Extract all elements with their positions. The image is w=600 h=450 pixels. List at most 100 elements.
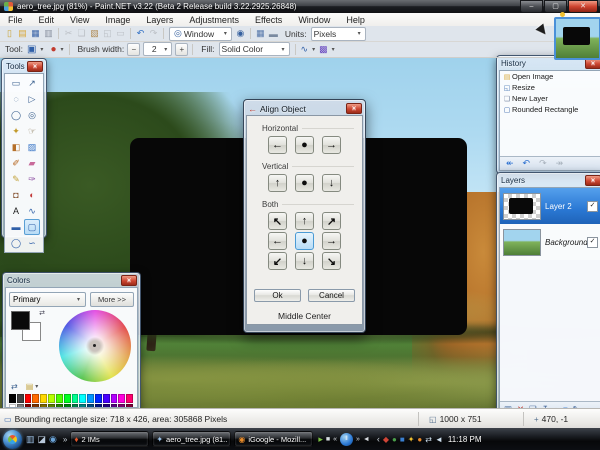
close-button[interactable]: ✕ (568, 0, 598, 13)
align-bottom-center-button[interactable]: ↓ (295, 252, 314, 270)
color-swatch[interactable] (118, 394, 125, 403)
dialog-titlebar[interactable]: ← Align Object ✕ (246, 102, 363, 115)
color-swatch[interactable] (87, 394, 94, 403)
menu-item[interactable]: Adjustments (181, 15, 247, 25)
undo-icon[interactable]: ↶ (523, 158, 531, 169)
align-top-right-button[interactable]: ↗ (322, 212, 341, 230)
menu-item[interactable]: Edit (31, 15, 63, 25)
close-icon[interactable]: ✕ (585, 175, 600, 186)
paintbrush-tool[interactable]: ✐ (8, 155, 24, 171)
color-swatch[interactable] (48, 394, 55, 403)
tray-collapse-chevron[interactable]: ‹ (377, 434, 380, 444)
start-button[interactable] (3, 430, 22, 449)
colors-palette-titlebar[interactable]: Colors ✕ (5, 275, 138, 287)
pan-tool[interactable]: ☞ (24, 123, 40, 139)
align-bottom-left-button[interactable]: ↙ (268, 252, 287, 270)
print-icon[interactable]: ▥ (42, 28, 55, 39)
menu-item[interactable]: Window (290, 15, 338, 25)
close-icon[interactable]: ✕ (346, 103, 362, 114)
align-top-button[interactable]: ↑ (268, 174, 287, 192)
chevron-down-icon[interactable]: ▾ (332, 46, 335, 53)
layer-visibility-checkbox[interactable]: ✓ (587, 201, 598, 212)
color-swatch[interactable] (95, 394, 102, 403)
history-item[interactable]: ❏ New Layer (500, 93, 600, 104)
align-center-button[interactable]: ● (295, 136, 314, 154)
paste-icon[interactable]: ▧ (88, 28, 101, 39)
brush-width-decrease-button[interactable]: − (127, 43, 140, 56)
minimize-button[interactable]: – (520, 0, 543, 13)
chevron-down-icon[interactable]: ▾ (60, 46, 63, 53)
switch-windows-icon[interactable]: ◪ (38, 434, 47, 445)
lasso-select-tool[interactable]: ◌ (8, 91, 24, 107)
color-picker-tool[interactable]: ✑ (24, 171, 40, 187)
pencil-tool[interactable]: ✎ (8, 171, 24, 187)
taskbar-button-ims[interactable]: ♦ 2 IMs (70, 431, 149, 447)
units-dropdown[interactable]: Pixels ▾ (311, 27, 366, 41)
new-file-icon[interactable]: ▯ (3, 28, 16, 39)
align-middle-right-button[interactable]: → (322, 232, 341, 250)
menu-item[interactable]: File (0, 15, 31, 25)
align-middle-left-button[interactable]: ← (268, 232, 287, 250)
show-desktop-icon[interactable]: ▥ (26, 434, 35, 445)
color-swatch[interactable] (25, 394, 32, 403)
color-swatch[interactable] (40, 394, 47, 403)
maximize-button[interactable]: ▢ (544, 0, 567, 13)
menu-item[interactable]: Effects (247, 15, 290, 25)
media-pause-button[interactable]: ‖ (340, 433, 353, 446)
recolor-tool[interactable]: ◐ (24, 187, 40, 203)
move-selected-pixels-tool[interactable]: ↗ (24, 75, 40, 91)
move-selection-tool[interactable]: ▷ (24, 91, 40, 107)
copy-icon[interactable]: ❏ (75, 28, 88, 39)
save-icon[interactable]: ▦ (29, 28, 42, 39)
ruler-toggle-icon[interactable]: ▬ (267, 29, 280, 39)
open-image-thumbnail[interactable] (554, 17, 600, 60)
cut-icon[interactable]: ✂ (62, 28, 75, 39)
rectangle-shape-tool[interactable]: ▬ (8, 219, 24, 235)
color-swatch[interactable] (111, 394, 118, 403)
color-swatch[interactable] (64, 394, 71, 403)
fill-style-dropdown[interactable]: Solid Color ▾ (219, 42, 290, 56)
redo-icon[interactable]: ↷ (539, 158, 547, 169)
zoom-tool[interactable]: ◎ (24, 107, 40, 123)
history-item[interactable]: ▤ Open Image (500, 71, 600, 82)
media-volume-button[interactable]: ◄ (363, 436, 370, 443)
color-swatch[interactable] (72, 394, 79, 403)
color-swatch[interactable] (17, 394, 24, 403)
media-stop-button[interactable]: ■ (326, 436, 330, 443)
menu-item[interactable]: Image (97, 15, 138, 25)
menu-item[interactable]: Help (338, 15, 373, 25)
color-swatch[interactable] (103, 394, 110, 403)
chevron-down-icon[interactable]: ▾ (312, 46, 315, 53)
color-mode-dropdown[interactable]: Primary ▾ (9, 292, 86, 307)
layer-visibility-checkbox[interactable]: ✓ (587, 237, 598, 248)
fast-forward-icon[interactable]: ↠ (556, 158, 564, 169)
history-item[interactable]: ◱ Resize (500, 82, 600, 93)
deselect-icon[interactable]: ▭ (114, 28, 127, 39)
grid-toggle-icon[interactable]: ▦ (254, 28, 267, 39)
color-swatch[interactable] (79, 394, 86, 403)
tray-network-icon[interactable]: ⇄ (425, 435, 432, 444)
chevron-down-icon[interactable]: ▾ (40, 46, 43, 53)
ok-button[interactable]: Ok (254, 289, 301, 302)
align-bottom-button[interactable]: ↓ (322, 174, 341, 192)
tray-icon-2[interactable]: ● (392, 435, 397, 444)
color-wheel[interactable] (59, 310, 131, 382)
quick-launch-overflow-chevron[interactable]: » (63, 435, 67, 444)
zoom-mode-dropdown[interactable]: ◎ Window ▾ (169, 27, 232, 41)
brush-width-input[interactable]: 2 ▾ (143, 42, 172, 56)
current-tool-icon[interactable]: ▣ (27, 44, 36, 55)
color-swatch[interactable] (126, 394, 133, 403)
align-left-button[interactable]: ← (268, 136, 287, 154)
align-top-left-button[interactable]: ↖ (268, 212, 287, 230)
tray-icon-3[interactable]: ■ (400, 435, 405, 444)
zoom-actual-size-icon[interactable]: ◉ (234, 28, 247, 39)
paint-bucket-tool[interactable]: ◧ (8, 139, 24, 155)
swap-colors-icon[interactable]: ⇄ (11, 382, 18, 391)
primary-color-swatch[interactable] (11, 311, 30, 330)
menu-item[interactable]: View (62, 15, 97, 25)
layer-row-background[interactable]: Background ✓ (500, 224, 600, 260)
media-next-button[interactable]: » (356, 436, 360, 443)
rewind-icon[interactable]: ↞ (506, 158, 514, 169)
taskbar-button-browser[interactable]: ◉ iGoogle - Mozill... (234, 431, 313, 447)
menu-item[interactable]: Layers (138, 15, 181, 25)
